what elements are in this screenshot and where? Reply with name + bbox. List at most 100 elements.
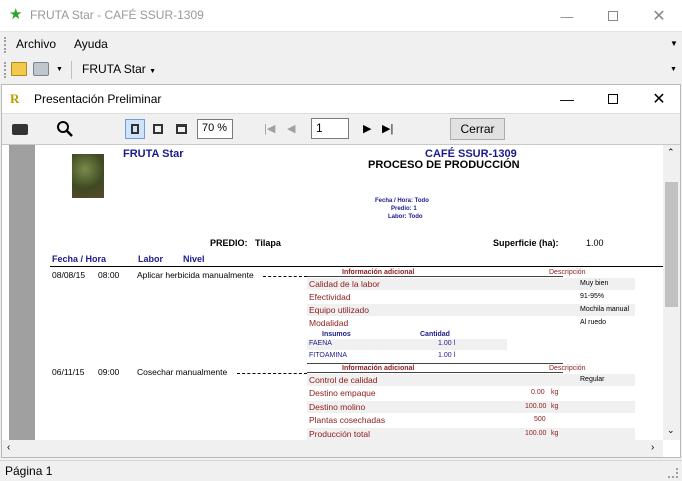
title-bar: ★ FRUTA Star - CAFÉ SSUR-1309 — ✕ (0, 0, 682, 32)
info-label: Modalidad (309, 318, 349, 328)
scroll-right-icon[interactable]: › (651, 442, 654, 453)
printer-icon[interactable] (33, 62, 49, 76)
preview-close-button[interactable]: ✕ (636, 85, 682, 113)
info-label: Destino empaque (309, 388, 376, 398)
chevron-down-icon[interactable]: ▼ (670, 39, 678, 48)
info-desc: Regular (580, 376, 605, 383)
info-unit: kg (551, 403, 559, 410)
desc-header: Descripción (549, 269, 586, 276)
zoom-field[interactable]: 70 % (197, 119, 233, 139)
info-label: Plantas cosechadas (309, 415, 386, 425)
report-page: FRUTA Star CAFÉ SSUR-1309 PROCESO DE PRO… (35, 145, 663, 440)
filter-predio: Predio: 1 (391, 206, 417, 212)
entry-time: 09:00 (98, 367, 120, 377)
grip-icon (4, 37, 6, 53)
menu-ayuda[interactable]: Ayuda (74, 37, 108, 51)
grip-icon (4, 62, 6, 78)
insumo-name: FAENA (309, 340, 332, 347)
superficie-label: Superficie (ha): (493, 238, 559, 248)
filter-fecha: Fecha / Hora: Todo (375, 198, 429, 204)
fruta-star-label: FRUTA Star (82, 62, 146, 76)
info-desc: Muy bien (580, 280, 609, 287)
predio-value: Tilapa (255, 238, 281, 248)
fruta-star-menu[interactable]: FRUTA Star ▼ (82, 62, 156, 76)
page-number-field[interactable]: 1 (311, 118, 349, 139)
prev-page-icon[interactable]: ◀ (287, 122, 295, 135)
info-rule (307, 372, 563, 373)
dashed-leader (263, 276, 307, 277)
info-desc: 91-95% (580, 293, 605, 300)
report-icon: R (10, 91, 20, 106)
company-name: FRUTA Star (123, 148, 184, 160)
page-width-icon[interactable] (148, 119, 168, 139)
chevron-down-icon: ▼ (149, 68, 157, 75)
first-page-icon[interactable]: |◀ (264, 122, 275, 135)
insumo-qty: 1.00 l (438, 352, 456, 359)
close-button[interactable]: ✕ (636, 0, 682, 32)
info-label: Efectividad (309, 292, 351, 302)
preview-viewport[interactable]: FRUTA Star CAFÉ SSUR-1309 PROCESO DE PRO… (2, 145, 663, 440)
preview-window: R Presentación Preliminar — ✕ 70 % |◀ ◀ … (1, 84, 681, 458)
entry-rule (307, 363, 563, 364)
star-icon: ★ (9, 6, 23, 23)
preview-maximize-button[interactable] (590, 85, 636, 113)
menu-bar: Archivo Ayuda ▼ (0, 33, 682, 57)
scroll-up-icon[interactable]: ⌃ (667, 147, 675, 158)
preview-minimize-button[interactable]: — (544, 85, 590, 113)
entry-labor: Aplicar herbicida manualmente (137, 270, 254, 280)
preview-toolbar: 70 % |◀ ◀ 1 ▶ ▶| Cerrar (2, 113, 680, 145)
window-title: FRUTA Star - CAFÉ SSUR-1309 (30, 8, 204, 22)
horizontal-scrollbar[interactable]: ‹ › (2, 440, 663, 457)
vertical-scrollbar[interactable]: ⌃ ⌄ (663, 145, 680, 440)
filter-labor: Labor: Todo (388, 214, 423, 220)
single-page-icon[interactable] (125, 119, 145, 139)
scroll-thumb[interactable] (665, 182, 678, 307)
maximize-button[interactable] (590, 0, 636, 32)
resize-grip-icon[interactable] (668, 468, 678, 478)
info-label: Destino molino (309, 402, 366, 412)
info-value: 0.00 (531, 389, 545, 396)
info-value: 100.00 (525, 430, 547, 437)
scroll-down-icon[interactable]: ⌄ (667, 425, 675, 436)
print-icon[interactable] (10, 119, 30, 139)
chevron-down-icon[interactable]: ▼ (670, 66, 677, 73)
info-desc: Mochila manual (580, 306, 630, 313)
entry-date: 08/08/15 (52, 270, 86, 280)
info-header: Información adicional (342, 365, 415, 372)
info-label: Calidad de la labor (309, 279, 380, 289)
info-desc: Al ruedo (580, 319, 607, 326)
col-nivel: Nivel (183, 254, 205, 264)
predio-label: PREDIO: (210, 238, 248, 248)
multi-page-icon[interactable] (171, 119, 191, 139)
insumo-row (307, 339, 507, 350)
insumo-qty: 1.00 l (438, 340, 456, 347)
info-unit: kg (551, 389, 559, 396)
dashed-leader (237, 373, 307, 374)
minimize-button[interactable]: — (544, 0, 590, 32)
status-page: Página 1 (5, 464, 53, 478)
next-page-icon[interactable]: ▶ (363, 122, 371, 135)
scroll-left-icon[interactable]: ‹ (7, 442, 10, 453)
header-rule (50, 266, 663, 267)
entry-date: 06/11/15 (52, 367, 85, 377)
last-page-icon[interactable]: ▶| (382, 122, 393, 135)
magnifier-icon[interactable] (55, 119, 75, 139)
open-folder-icon[interactable] (11, 62, 27, 76)
info-value: 100.00 (525, 403, 547, 410)
insumo-name: FITOAMINA (309, 352, 347, 359)
preview-title: Presentación Preliminar (34, 92, 162, 106)
menu-archivo[interactable]: Archivo (16, 37, 56, 51)
status-bar: Página 1 (0, 460, 682, 481)
logo-image (72, 154, 104, 198)
main-toolbar: ▼ FRUTA Star ▼ ▼ (0, 58, 682, 82)
cantidad-header: Cantidad (420, 331, 450, 338)
report-heading: PROCESO DE PRODUCCIÓN (368, 159, 520, 171)
cerrar-button[interactable]: Cerrar (450, 118, 505, 140)
chevron-down-icon[interactable]: ▼ (56, 66, 63, 73)
entry-time: 08:00 (98, 270, 120, 280)
col-fecha: Fecha / Hora (52, 254, 107, 264)
info-value: 500 (534, 416, 546, 423)
info-label: Equipo utilizado (309, 305, 370, 315)
info-label: Producción total (309, 429, 370, 439)
insumos-header: Insumos (322, 331, 351, 338)
